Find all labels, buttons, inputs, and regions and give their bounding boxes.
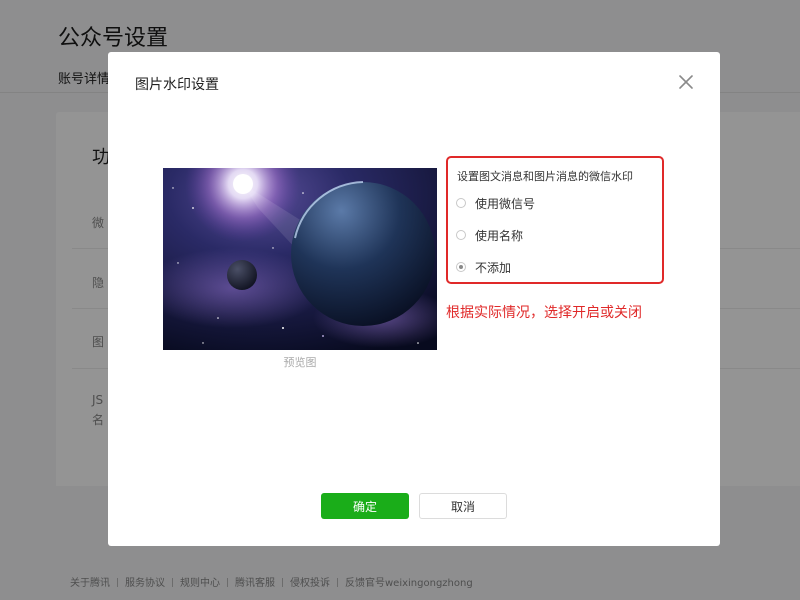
watermark-options-box: 设置图文消息和图片消息的微信水印 使用微信号 使用名称 不添加 [446, 156, 664, 284]
preview-image [163, 168, 437, 350]
radio-button[interactable] [456, 230, 466, 240]
radio-label: 使用微信号 [475, 196, 536, 211]
radio-label: 不添加 [475, 260, 512, 275]
radio-use-wechat-id[interactable]: 使用微信号 [456, 194, 535, 212]
preview-caption: 预览图 [283, 356, 317, 369]
radio-use-name[interactable]: 使用名称 [456, 226, 523, 244]
annotation-note: 根据实际情况，选择开启或关闭 [446, 305, 642, 321]
watermark-settings-dialog: 图片水印设置 预览图 设置图文消息和图片消息的微信水印 使用微信号 使用名称 不… [108, 52, 720, 546]
close-icon [679, 75, 693, 89]
cancel-button[interactable]: 取消 [419, 493, 507, 519]
radio-no-watermark[interactable]: 不添加 [456, 258, 511, 276]
radio-button[interactable] [456, 198, 466, 208]
radio-button-checked[interactable] [456, 262, 466, 272]
options-heading: 设置图文消息和图片消息的微信水印 [457, 170, 633, 183]
space-scene-image [163, 168, 437, 350]
confirm-button[interactable]: 确定 [321, 493, 409, 519]
close-button[interactable] [674, 70, 698, 94]
dialog-title: 图片水印设置 [135, 77, 219, 93]
radio-label: 使用名称 [475, 228, 524, 243]
